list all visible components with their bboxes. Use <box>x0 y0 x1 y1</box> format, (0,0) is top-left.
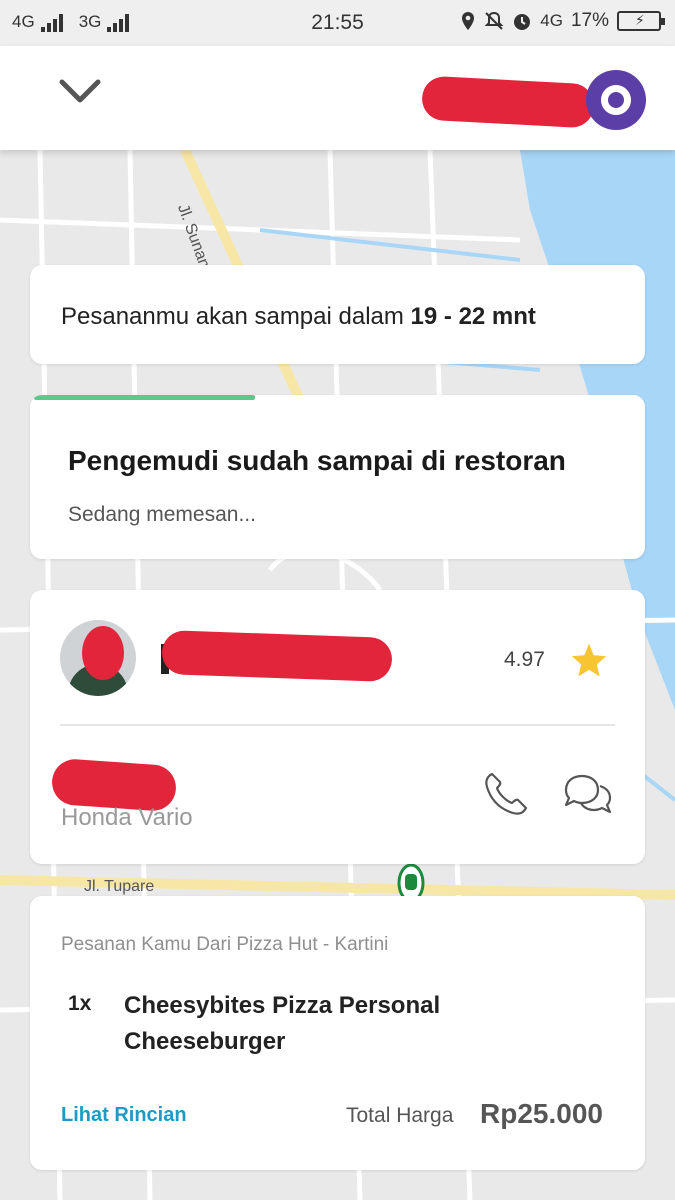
battery-icon: ⚡ <box>617 11 665 31</box>
progress-track <box>30 395 645 400</box>
mute-icon <box>484 11 504 30</box>
avatar <box>60 620 136 696</box>
battery-percent: 17% <box>570 10 609 31</box>
phone-icon[interactable] <box>482 770 530 818</box>
order-item-quantity: 1x <box>68 992 92 1015</box>
order-item-name: Cheesybites Pizza Personal Cheeseburger <box>124 992 441 1055</box>
redacted-face <box>82 626 124 680</box>
status-bar: 4G 3G 21:55 4G 17% ⚡ <box>0 0 675 46</box>
driver-card: 4.97 Honda Vario <box>30 590 645 864</box>
app-header <box>0 46 675 150</box>
redacted-user-name <box>420 75 596 129</box>
order-summary-card: Pesanan Kamu Dari Pizza Hut - Kartini 1x… <box>30 896 645 1170</box>
total-price-value: Rp25.000 <box>480 1098 603 1129</box>
eta-time-range: 19 - 22 mnt <box>410 303 536 330</box>
view-details-link[interactable]: Lihat Rincian <box>61 1104 187 1127</box>
eta-text: Pesananmu akan sampai dalam 19 - 22 mnt <box>61 303 536 331</box>
total-price-label: Total Harga <box>346 1104 454 1127</box>
location-icon <box>462 12 475 30</box>
status-subtitle: Sedang memesan... <box>68 503 256 526</box>
eta-card: Pesananmu akan sampai dalam 19 - 22 mnt <box>30 265 645 364</box>
network-type-3: 4G <box>540 11 563 30</box>
redacted-driver-name <box>161 629 393 683</box>
vehicle-model: Honda Vario <box>61 804 193 831</box>
street-label: Jl. Tupare <box>84 878 155 895</box>
system-indicators: 4G 17% ⚡ <box>460 10 665 32</box>
driver-rating: 4.97 <box>504 648 545 671</box>
order-restaurant: Pesanan Kamu Dari Pizza Hut - Kartini <box>61 934 389 955</box>
chevron-down-icon[interactable] <box>58 72 102 112</box>
alarm-icon <box>514 14 531 30</box>
gojek-logo-icon <box>586 70 646 130</box>
star-icon <box>571 643 607 677</box>
status-title: Pengemudi sudah sampai di restoran <box>68 445 566 476</box>
divider <box>60 724 615 726</box>
eta-prefix: Pesananmu akan sampai dalam <box>61 303 411 330</box>
progress-bar <box>34 395 256 400</box>
chat-icon[interactable] <box>560 770 614 820</box>
order-status-card: Pengemudi sudah sampai di restoran Sedan… <box>30 395 645 559</box>
